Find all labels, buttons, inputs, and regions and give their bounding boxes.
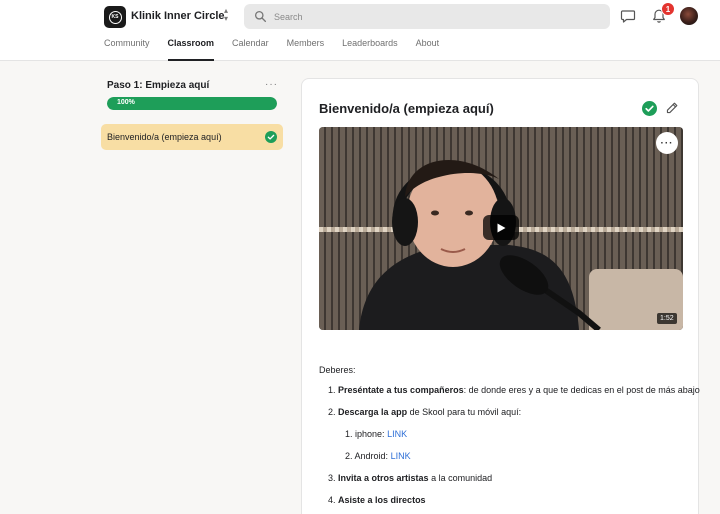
lesson-intro: Deberes: <box>319 365 356 375</box>
group-name[interactable]: Klinik Inner Circle <box>131 10 225 22</box>
notification-badge: 1 <box>661 2 675 16</box>
lesson-item-bienvenido[interactable]: Bienvenido/a (empieza aquí) <box>101 124 283 150</box>
mark-complete-check-icon[interactable] <box>642 101 657 116</box>
lesson-card: Bienvenido/a (empieza aquí) ··· 1:52 Deb… <box>301 78 700 514</box>
list-text: de Skool para tu móvil aquí: <box>407 407 522 417</box>
tab-community[interactable]: Community <box>104 38 150 61</box>
list-item: 1. Preséntate a tus compañeros: de donde… <box>328 385 700 395</box>
list-text: : de donde eres y a que te dedicas en el… <box>463 385 700 395</box>
check-circle-icon <box>265 131 277 143</box>
play-button[interactable] <box>483 215 519 240</box>
chat-icon[interactable] <box>620 8 636 24</box>
play-icon <box>497 223 506 232</box>
tab-about[interactable]: About <box>416 38 440 61</box>
list-bold-text: Preséntate a tus compañeros <box>338 385 464 395</box>
tab-leaderboards[interactable]: Leaderboards <box>342 38 398 61</box>
list-text: iphone: <box>355 429 388 439</box>
module-title: Paso 1: Empieza aquí <box>107 80 210 91</box>
sub-list-item: 1. iphone: LINK <box>345 429 407 439</box>
list-item: 4. Asiste a los directos <box>328 495 426 505</box>
progress-label: 100% <box>117 99 135 106</box>
list-number: 2. <box>328 407 336 417</box>
list-bold-text: Asiste a los directos <box>338 495 426 505</box>
group-logo[interactable]: KS <box>104 6 126 28</box>
video-player[interactable]: ··· 1:52 <box>319 127 683 330</box>
search-input[interactable] <box>274 8 594 25</box>
list-number: 2. <box>345 451 353 461</box>
list-item: 3. Invita a otros artistas a la comunida… <box>328 473 492 483</box>
edit-pencil-icon[interactable] <box>665 101 679 115</box>
list-number: 4. <box>328 495 336 505</box>
top-header: KS Klinik Inner Circle ▴▾ 1 Community Cl… <box>0 0 720 61</box>
iphone-link[interactable]: LINK <box>387 429 407 439</box>
module-more-button[interactable]: ··· <box>265 80 278 90</box>
list-number: 1. <box>345 429 353 439</box>
search-icon <box>254 10 267 23</box>
list-text: Android: <box>354 451 391 461</box>
list-bold-text: Invita a otros artistas <box>338 473 429 483</box>
list-number: 1. <box>328 385 336 395</box>
list-item: 2. Descarga la app de Skool para tu móvi… <box>328 407 521 417</box>
user-avatar[interactable] <box>680 7 698 25</box>
list-bold-text: Descarga la app <box>338 407 408 417</box>
android-link[interactable]: LINK <box>391 451 411 461</box>
group-switcher-icon[interactable]: ▴ ▾ <box>219 7 233 25</box>
list-text: a la comunidad <box>428 473 493 483</box>
video-more-button[interactable]: ··· <box>656 132 678 154</box>
list-number: 3. <box>328 473 336 483</box>
search-bar[interactable] <box>244 4 610 29</box>
nav-tabs: Community Classroom Calendar Members Lea… <box>104 38 457 61</box>
lesson-item-label: Bienvenido/a (empieza aquí) <box>107 132 222 142</box>
module-progress-bar: 100% <box>107 97 277 110</box>
tab-classroom[interactable]: Classroom <box>167 38 214 61</box>
group-logo-mark: KS <box>108 10 122 24</box>
video-duration: 1:52 <box>657 313 677 324</box>
tab-calendar[interactable]: Calendar <box>232 38 269 61</box>
lesson-title: Bienvenido/a (empieza aquí) <box>319 101 494 116</box>
sub-list-item: 2. Android: LINK <box>345 451 411 461</box>
tab-members[interactable]: Members <box>287 38 325 61</box>
